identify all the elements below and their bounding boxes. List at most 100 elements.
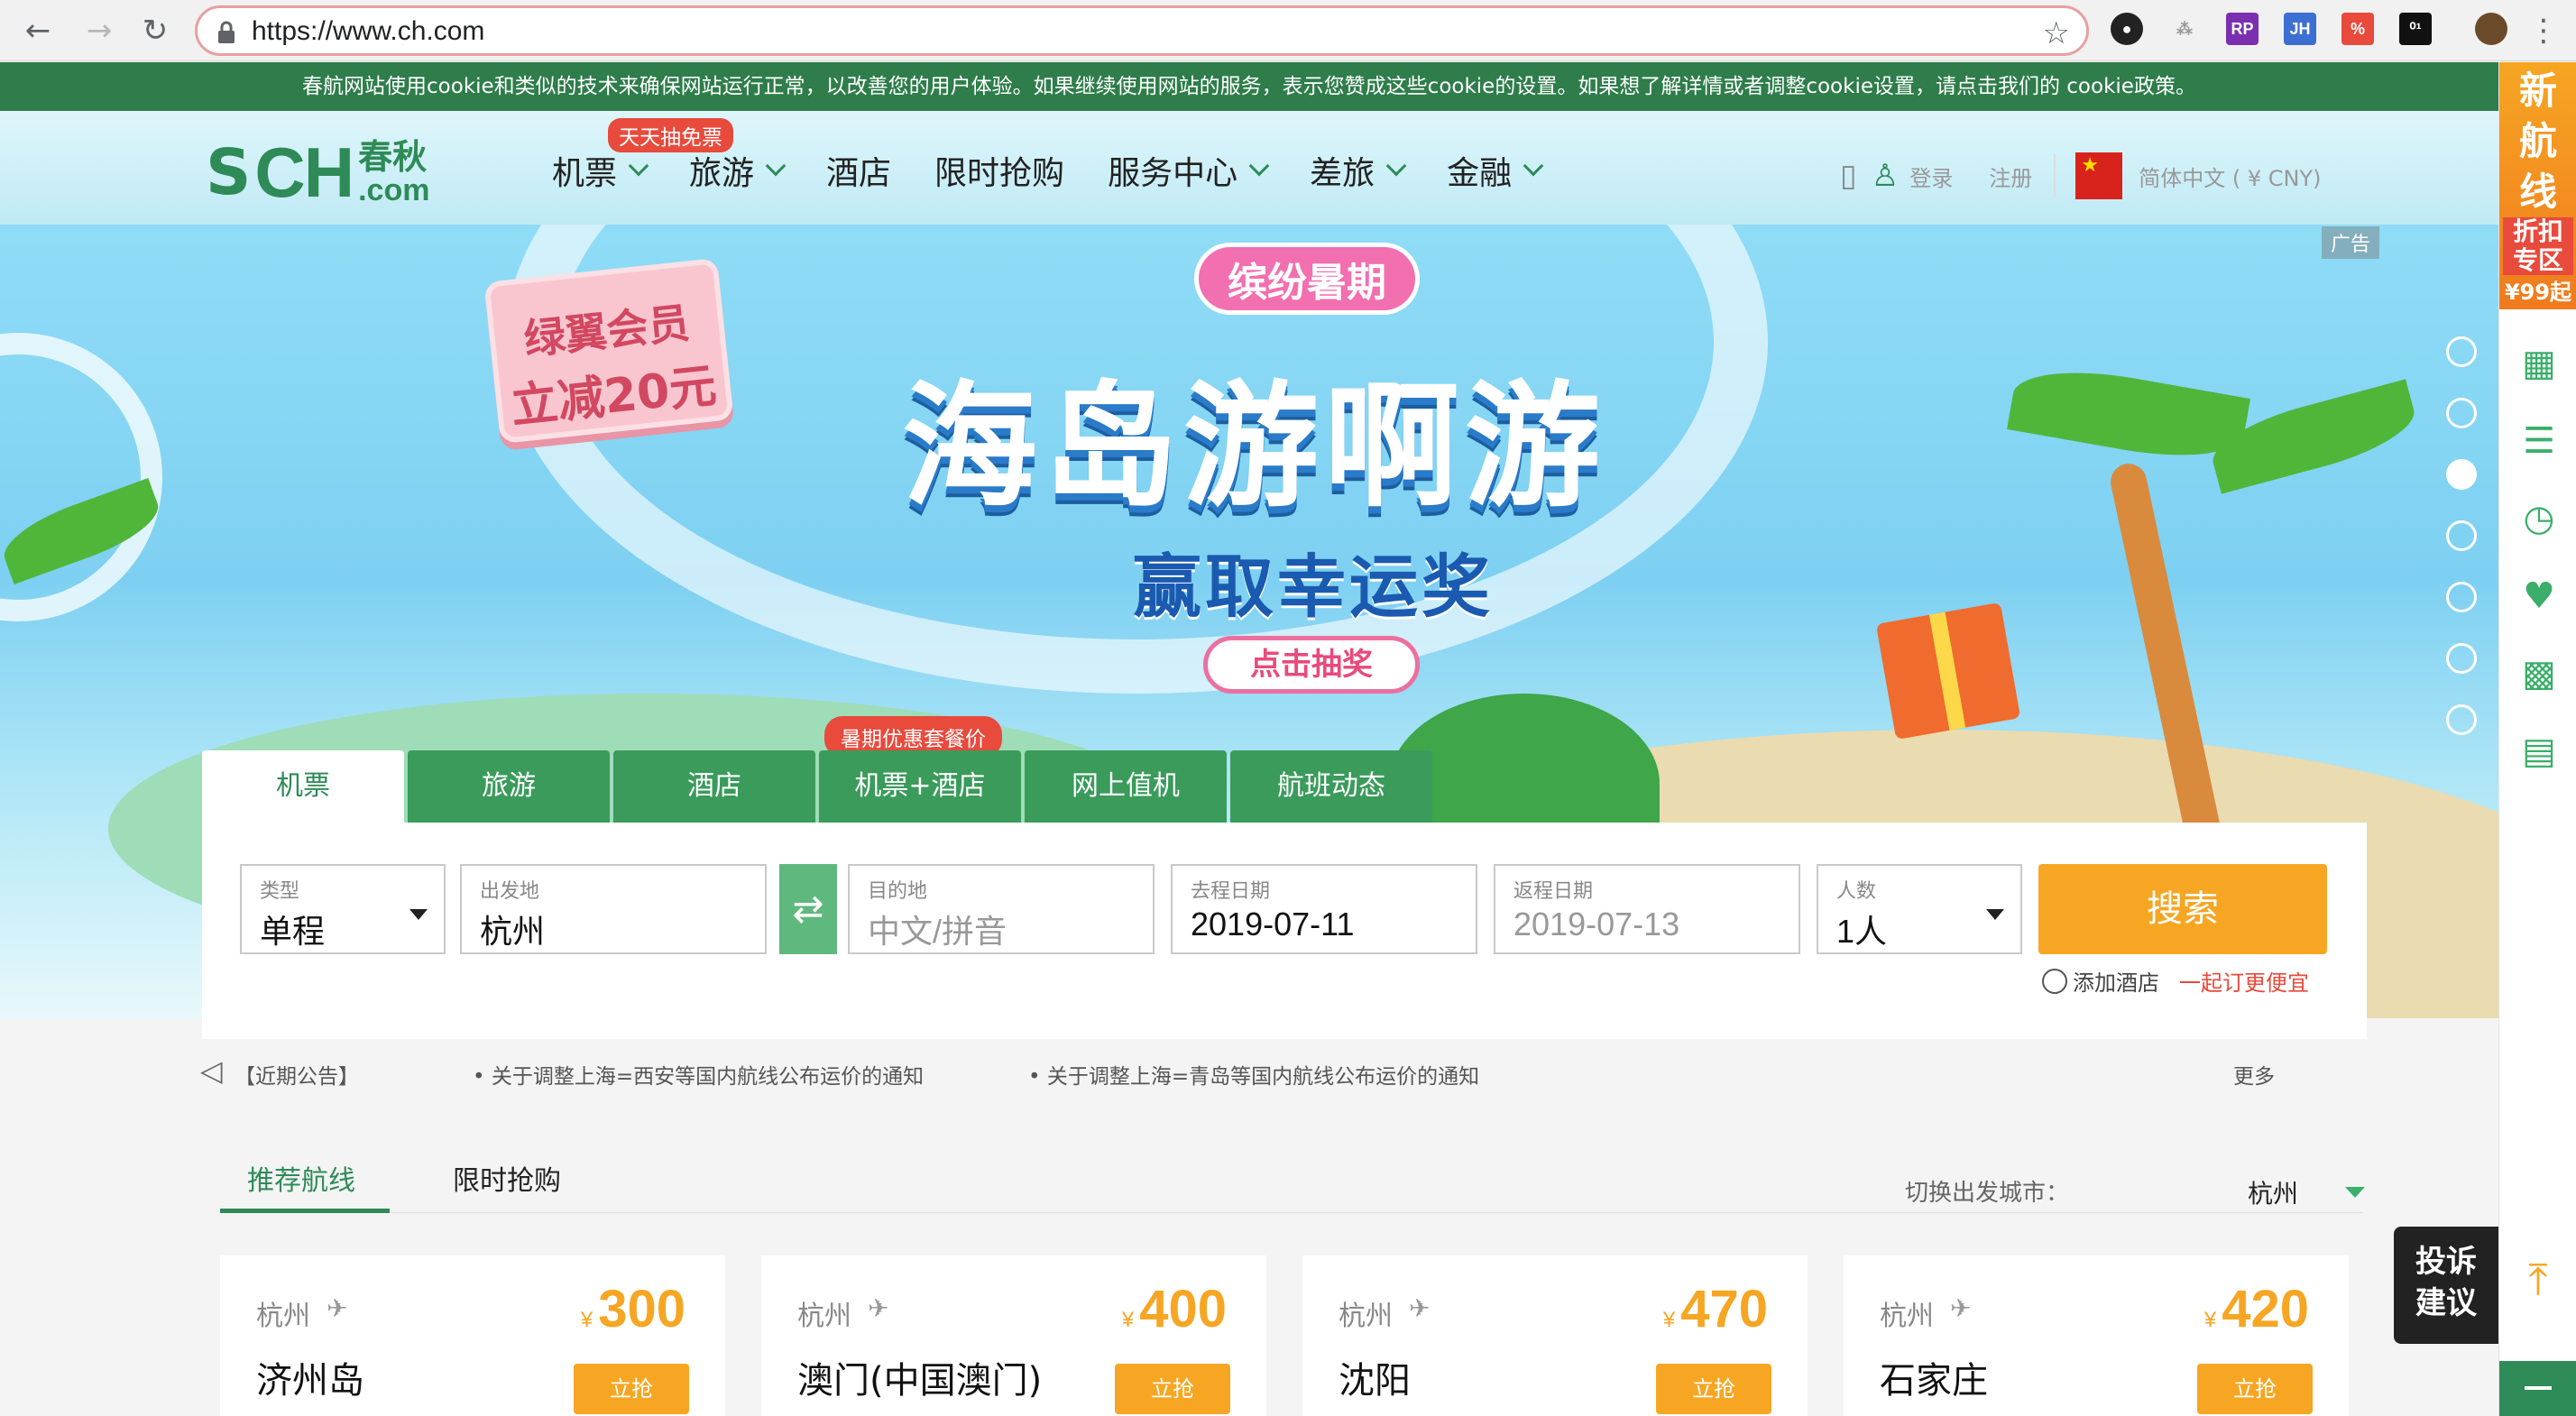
site-header: ꓢ CH 春秋 .com 天天抽免票 机票 旅游 酒店 限时抢购 服务中心 差旅… <box>0 111 2498 225</box>
qr-code-icon[interactable]: ▩ <box>2519 654 2559 694</box>
carousel-dot[interactable] <box>2446 643 2477 674</box>
logo-main: CH <box>254 132 354 212</box>
ad-label: 广告 <box>2321 226 2379 259</box>
binary-extension-icon[interactable]: ⁰¹ <box>2399 13 2432 45</box>
add-hotel-option[interactable]: 添加酒店 一起订更便宜 <box>2042 965 2309 997</box>
jh-extension-icon[interactable]: JH <box>2284 13 2316 45</box>
origin-field[interactable]: 出发地 杭州 <box>460 864 767 954</box>
route-card[interactable]: 杭州 ✈ 澳门(中国澳门) ¥400 立抢 <box>761 1255 1266 1416</box>
plane-icon: ✈ <box>1950 1293 1972 1323</box>
nav-flights[interactable]: 机票 <box>552 147 649 194</box>
carousel-dot[interactable] <box>2446 582 2477 612</box>
reload-icon[interactable]: ↻ <box>137 13 173 49</box>
mobile-icon[interactable]: ▯ <box>1840 158 1857 194</box>
user-area: ▯ ♙ 登录 注册 简体中文 ( ¥ CNY) <box>1840 152 2321 199</box>
bookmark-star-icon[interactable]: ☆ <box>2043 15 2070 51</box>
buy-button[interactable]: 立抢 <box>574 1364 689 1414</box>
notice-item[interactable]: • 关于调整上海=青岛等国内航线公布运价的通知 <box>1028 1059 1479 1090</box>
right-sidebar: 新 航 线 折扣专区 ¥99起 ▦ ☰ ◷ ♥ ▩ ▤ ⤒ <box>2498 62 2576 1416</box>
tab-checkin[interactable]: 网上值机 <box>1025 750 1227 823</box>
collapse-sidebar-button[interactable] <box>2499 1361 2576 1416</box>
departure-city-select[interactable]: 杭州 <box>2248 1174 2298 1210</box>
tab-travel[interactable]: 旅游 <box>408 750 610 823</box>
gift-package-icon[interactable]: ▦ <box>2519 344 2559 383</box>
nav-service-center[interactable]: 服务中心 <box>1108 147 1270 194</box>
tab-flight-status[interactable]: 航班动态 <box>1230 750 1432 823</box>
rp-extension-icon[interactable]: RP <box>2226 13 2259 45</box>
chat-icon[interactable]: ☰ <box>2519 421 2559 461</box>
buy-button[interactable]: 立抢 <box>2197 1364 2313 1414</box>
route-card[interactable]: 杭州 ✈ 济州岛 ¥300 立抢 <box>220 1255 725 1416</box>
tab-hotels[interactable]: 酒店 <box>613 750 815 823</box>
tab-flight-hotel[interactable]: 机票+酒店 <box>819 750 1021 823</box>
chevron-down-icon <box>1248 155 1270 177</box>
banner-cta-button[interactable]: 点击抽奖 <box>1203 636 1420 694</box>
chevron-down-icon <box>765 155 787 177</box>
site-logo[interactable]: ꓢ CH 春秋 .com <box>206 133 429 212</box>
search-tabs: 机票 旅游 酒店 机票+酒店 网上值机 航班动态 <box>202 750 1436 823</box>
address-bar[interactable]: https://www.ch.com ☆ <box>195 5 2089 56</box>
carousel-dot[interactable] <box>2446 336 2477 367</box>
translate-extension-icon[interactable]: % <box>2341 13 2374 45</box>
add-hotel-radio[interactable] <box>2042 968 2067 994</box>
new-route-promo[interactable]: 新 航 线 折扣专区 ¥99起 <box>2499 62 2576 309</box>
menu-icon[interactable]: ⋮ <box>2525 13 2562 49</box>
browser-toolbar: ← → ↻ https://www.ch.com ☆ ● ⁂ RP JH % ⁰… <box>0 0 2576 61</box>
plane-icon: ✈ <box>327 1293 348 1323</box>
nav-travel[interactable]: 旅游 <box>689 147 787 194</box>
section-divider <box>220 1212 2363 1213</box>
carousel-dot[interactable] <box>2446 704 2477 735</box>
search-button[interactable]: 搜索 <box>2038 864 2327 954</box>
flight-search-form: 类型 单程 出发地 杭州 ⇄ 目的地 中文/拼音 去程日期 2019-07-11… <box>202 823 2367 1039</box>
login-link[interactable]: 登录 <box>1909 161 1953 192</box>
chevron-down-icon <box>1523 155 1544 177</box>
complaint-button[interactable]: 投诉建议 <box>2394 1227 2498 1344</box>
user-icon[interactable]: ♙ <box>1872 158 1899 194</box>
nav-finance[interactable]: 金融 <box>1447 147 1544 194</box>
route-card[interactable]: 杭州 ✈ 沈阳 ¥470 立抢 <box>1302 1255 1808 1416</box>
destination-field[interactable]: 目的地 中文/拼音 <box>848 864 1155 954</box>
language-selector[interactable]: 简体中文 ( ¥ CNY) <box>2139 161 2321 192</box>
depart-date-field[interactable]: 去程日期 2019-07-11 <box>1171 864 1477 954</box>
register-link[interactable]: 注册 <box>1989 161 2032 192</box>
profile-avatar[interactable] <box>2475 13 2507 45</box>
nav-business-travel[interactable]: 差旅 <box>1310 147 1407 194</box>
nav-flash-sale[interactable]: 限时抢购 <box>934 147 1064 194</box>
back-to-top-icon[interactable]: ⤒ <box>2499 1244 2576 1316</box>
tab-recommended-routes[interactable]: 推荐航线 <box>247 1158 355 1198</box>
trip-type-select[interactable]: 类型 单程 <box>240 864 446 954</box>
city-dropdown-icon[interactable] <box>2345 1187 2365 1198</box>
plane-icon: ✈ <box>1409 1293 1431 1323</box>
divider <box>2054 154 2056 198</box>
coin-stack-icon[interactable]: ▤ <box>2519 731 2559 771</box>
return-date-field[interactable]: 返程日期 2019-07-13 <box>1494 864 1800 954</box>
route-card[interactable]: 杭州 ✈ 石家庄 ¥420 立抢 <box>1844 1255 2349 1416</box>
back-icon[interactable]: ← <box>20 13 56 49</box>
tab-flash-sale[interactable]: 限时抢购 <box>453 1158 561 1198</box>
buy-button[interactable]: 立抢 <box>1656 1364 1771 1414</box>
china-flag-icon[interactable] <box>2075 152 2123 199</box>
logo-mark-icon: ꓢ <box>206 135 252 209</box>
carousel-dot[interactable] <box>2446 398 2477 428</box>
gift-box-icon <box>1875 602 2021 740</box>
network-extension-icon[interactable]: ⁂ <box>2168 13 2201 45</box>
speaker-icon: ◁ <box>200 1053 223 1088</box>
switch-city-label: 切换出发城市： <box>1905 1180 2070 1207</box>
buy-button[interactable]: 立抢 <box>1115 1364 1230 1414</box>
favorite-heart-icon[interactable]: ♥ <box>2519 576 2559 616</box>
lock-icon <box>218 21 235 43</box>
nav-hotels[interactable]: 酒店 <box>826 147 891 194</box>
github-extension-icon[interactable]: ● <box>2111 13 2143 45</box>
carousel-dot[interactable] <box>2446 520 2477 551</box>
carousel-dot-active[interactable] <box>2446 459 2477 490</box>
cookie-notice: 春航网站使用cookie和类似的技术来确保网站运行正常，以改善您的用户体验。如果… <box>0 62 2498 111</box>
tab-flights[interactable]: 机票 <box>202 750 404 823</box>
swap-cities-icon[interactable]: ⇄ <box>779 864 837 954</box>
history-clock-icon[interactable]: ◷ <box>2519 499 2559 538</box>
forward-icon[interactable]: → <box>81 13 117 49</box>
notice-more-link[interactable]: 更多 <box>2233 1059 2275 1090</box>
plane-icon: ✈ <box>868 1293 889 1323</box>
notice-item[interactable]: • 关于调整上海=西安等国内航线公布运价的通知 <box>473 1059 924 1090</box>
passenger-select[interactable]: 人数 1人 <box>1817 864 2022 954</box>
url-text[interactable]: https://www.ch.com <box>252 16 484 47</box>
